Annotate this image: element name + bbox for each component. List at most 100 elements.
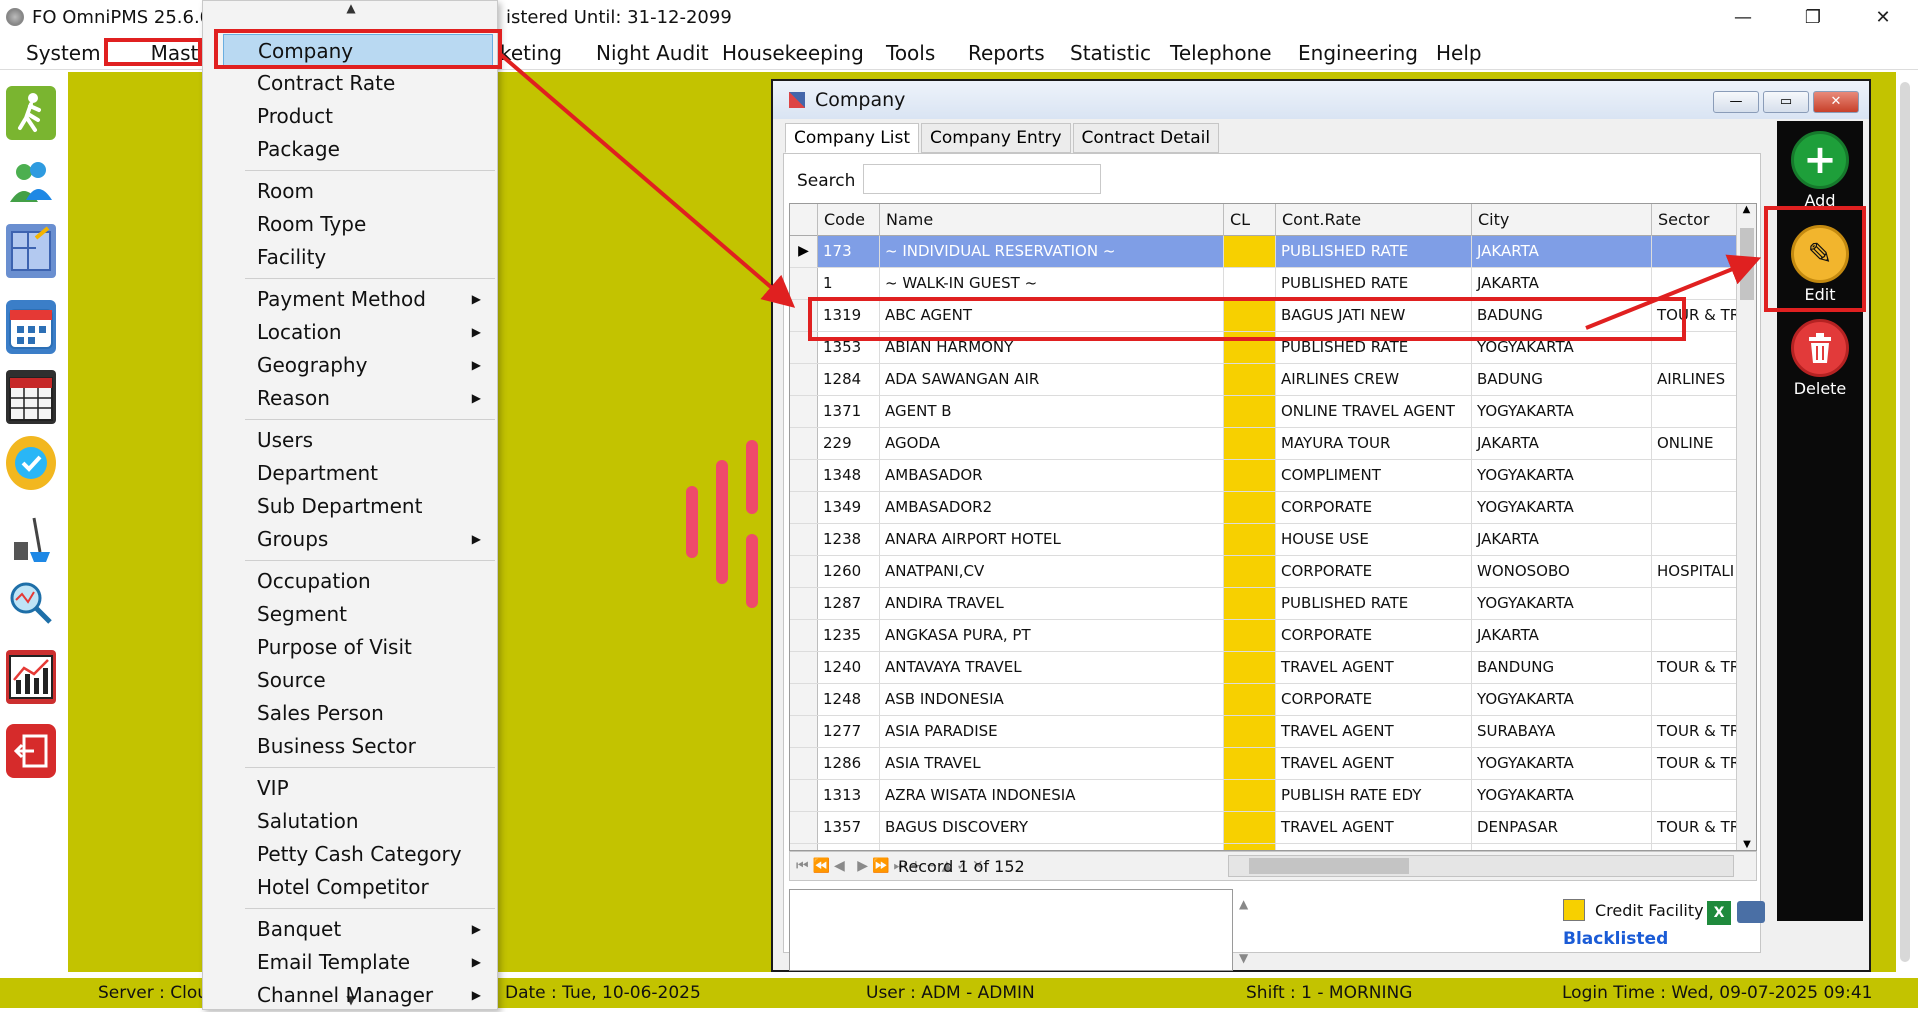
menu-item-occupation[interactable]: Occupation [223, 565, 493, 597]
menu-item-contract-rate[interactable]: Contract Rate [223, 67, 493, 99]
menu-item-company[interactable]: Company [223, 34, 493, 66]
table-row[interactable]: ▶ 173 ~ INDIVIDUAL RESERVATION ~ PUBLISHED … [790, 236, 1738, 268]
table-row[interactable]: 1260 ANATPANI,CV CORPORATE WONOSOBO HOSPITAL… [790, 556, 1738, 588]
minimize-button[interactable]: — [1708, 0, 1778, 34]
table-row[interactable]: 1357 BAGUS DISCOVERY TRAVEL AGENT DENPASAR T… [790, 812, 1738, 844]
row-selector[interactable] [790, 748, 818, 779]
restore-button[interactable]: ❐ [1778, 0, 1848, 34]
table-row[interactable]: 1238 ANARA AIRPORT HOTEL HOUSE USE JAKARTA [790, 524, 1738, 556]
table-row[interactable]: 1353 ABIAN HARMONY PUBLISHED RATE YOGYAKART… [790, 332, 1738, 364]
window-minimize-button[interactable]: — [1713, 91, 1759, 113]
grid-horizontal-scrollbar[interactable] [1228, 855, 1734, 877]
row-selector[interactable] [790, 300, 818, 331]
menu-item-email-template[interactable]: Email Template ▶ [223, 946, 493, 978]
menu-item-department[interactable]: Department [223, 457, 493, 489]
menu-item-sub-department[interactable]: Sub Department [223, 490, 493, 522]
table-row[interactable]: 1349 AMBASADOR2 CORPORATE YOGYAKARTA [790, 492, 1738, 524]
column-header-city[interactable]: City [1472, 204, 1652, 236]
notes-box[interactable] [789, 889, 1233, 971]
column-header-cl[interactable]: CL [1224, 204, 1276, 236]
notes-scroll-up-icon[interactable]: ▲ [1239, 897, 1248, 911]
row-selector[interactable] [790, 556, 818, 587]
menu-statistic[interactable]: Statistic [1056, 36, 1165, 70]
menu-item-room-type[interactable]: Room Type [223, 208, 493, 240]
menu-item-channel-manager[interactable]: Channel Manager ▶ [223, 979, 493, 1011]
row-selector[interactable] [790, 812, 818, 843]
notes-scroll-down-icon[interactable]: ▼ [1239, 951, 1248, 965]
table-row[interactable]: 1235 ANGKASA PURA, PT CORPORATE JAKARTA [790, 620, 1738, 652]
exit-icon[interactable] [6, 724, 56, 778]
row-selector[interactable] [790, 460, 818, 491]
table-row[interactable]: 1240 ANTAVAYA TRAVEL TRAVEL AGENT BANDUNG TO… [790, 652, 1738, 684]
menu-item-vip[interactable]: VIP [223, 772, 493, 804]
menu-night-audit[interactable]: Night Audit [582, 36, 723, 70]
menu-help[interactable]: Help [1422, 36, 1496, 70]
menu-item-hotel-competitor[interactable]: Hotel Competitor [223, 871, 493, 903]
menu-engineering[interactable]: Engineering [1284, 36, 1432, 70]
row-selector[interactable] [790, 652, 818, 683]
menu-item-sales-person[interactable]: Sales Person [223, 697, 493, 729]
menu-item-location[interactable]: Location ▶ [223, 316, 493, 348]
excel-export-icon[interactable]: X [1707, 901, 1731, 925]
row-selector[interactable] [790, 684, 818, 715]
menu-item-segment[interactable]: Segment [223, 598, 493, 630]
desktop-scrollbar[interactable] [1896, 72, 1918, 972]
row-selector[interactable]: ▶ [790, 236, 818, 267]
room-plan-icon[interactable] [6, 224, 56, 278]
menu-housekeeping[interactable]: Housekeeping [708, 36, 878, 70]
menu-scroll-up-icon[interactable]: ▲ [203, 1, 499, 15]
table-row[interactable]: 1355BAGUS BALI TRAVEL AGENTBALI [790, 844, 1738, 850]
add-button[interactable]: + Add [1777, 125, 1863, 213]
row-selector[interactable] [790, 268, 818, 299]
housekeeping-icon[interactable] [6, 512, 56, 566]
menu-item-facility[interactable]: Facility [223, 241, 493, 273]
table-row[interactable]: 1277 ASIA PARADISE TRAVEL AGENT SURABAYA TOU… [790, 716, 1738, 748]
table-row[interactable]: 1319 ABC AGENT BAGUS JATI NEW BADUNG TOUR & … [790, 300, 1738, 332]
row-selector[interactable] [790, 492, 818, 523]
column-header-name[interactable]: Name [880, 204, 1224, 236]
search-input[interactable] [863, 164, 1101, 194]
table-row[interactable]: 1284 ADA SAWANGAN AIR AIRLINES CREW BADUNG A… [790, 364, 1738, 396]
row-selector[interactable] [790, 620, 818, 651]
column-header-sector[interactable]: Sector [1652, 204, 1738, 236]
menu-system[interactable]: System [0, 36, 115, 70]
menu-item-package[interactable]: Package [223, 133, 493, 165]
table-row[interactable]: 229 AGODA MAYURA TOUR JAKARTA ONLINE [790, 428, 1738, 460]
calendar-icon[interactable] [6, 300, 56, 354]
walk-in-icon[interactable] [6, 86, 56, 140]
column-header-code[interactable]: Code [818, 204, 880, 236]
row-selector[interactable] [790, 332, 818, 363]
window-maximize-button[interactable]: ▭ [1763, 91, 1809, 113]
column-header-cont-rate[interactable]: Cont.Rate [1276, 204, 1472, 236]
menu-item-reason[interactable]: Reason ▶ [223, 382, 493, 414]
table-row[interactable]: 1286 ASIA TRAVEL TRAVEL AGENT YOGYAKARTA TOU… [790, 748, 1738, 780]
table-row[interactable]: 1371 AGENT B ONLINE TRAVEL AGENT YOGYAKARTA [790, 396, 1738, 428]
menu-item-business-sector[interactable]: Business Sector [223, 730, 493, 762]
menu-item-banquet[interactable]: Banquet ▶ [223, 913, 493, 945]
row-selector[interactable] [790, 396, 818, 427]
tab-company-list[interactable]: Company List [785, 123, 919, 153]
menu-item-product[interactable]: Product [223, 100, 493, 132]
menu-telephone[interactable]: Telephone [1156, 36, 1286, 70]
row-selector[interactable] [790, 428, 818, 459]
window-close-button[interactable]: ✕ [1813, 91, 1859, 113]
guests-icon[interactable] [6, 156, 56, 210]
menu-item-geography[interactable]: Geography ▶ [223, 349, 493, 381]
tab-contract-detail[interactable]: Contract Detail [1072, 123, 1220, 153]
row-selector[interactable] [790, 844, 818, 850]
row-selector[interactable] [790, 588, 818, 619]
menu-reports[interactable]: Reports [954, 36, 1059, 70]
menu-item-users[interactable]: Users [223, 424, 493, 456]
table-row[interactable]: 1348 AMBASADOR COMPLIMENT YOGYAKARTA [790, 460, 1738, 492]
edit-button[interactable]: ✎ Edit [1777, 219, 1863, 307]
row-selector[interactable] [790, 364, 818, 395]
menu-item-payment-method[interactable]: Payment Method ▶ [223, 283, 493, 315]
menu-item-salutation[interactable]: Salutation [223, 805, 493, 837]
schedule-icon[interactable] [6, 370, 56, 424]
table-row[interactable]: 1248 ASB INDONESIA CORPORATE YOGYAKARTA [790, 684, 1738, 716]
menu-item-groups[interactable]: Groups ▶ [223, 523, 493, 555]
table-row[interactable]: 1287 ANDIRA TRAVEL PUBLISHED RATE YOGYAKART… [790, 588, 1738, 620]
delete-button[interactable]: Delete [1777, 313, 1863, 401]
menu-tools[interactable]: Tools [872, 36, 949, 70]
availability-icon[interactable] [6, 436, 56, 490]
